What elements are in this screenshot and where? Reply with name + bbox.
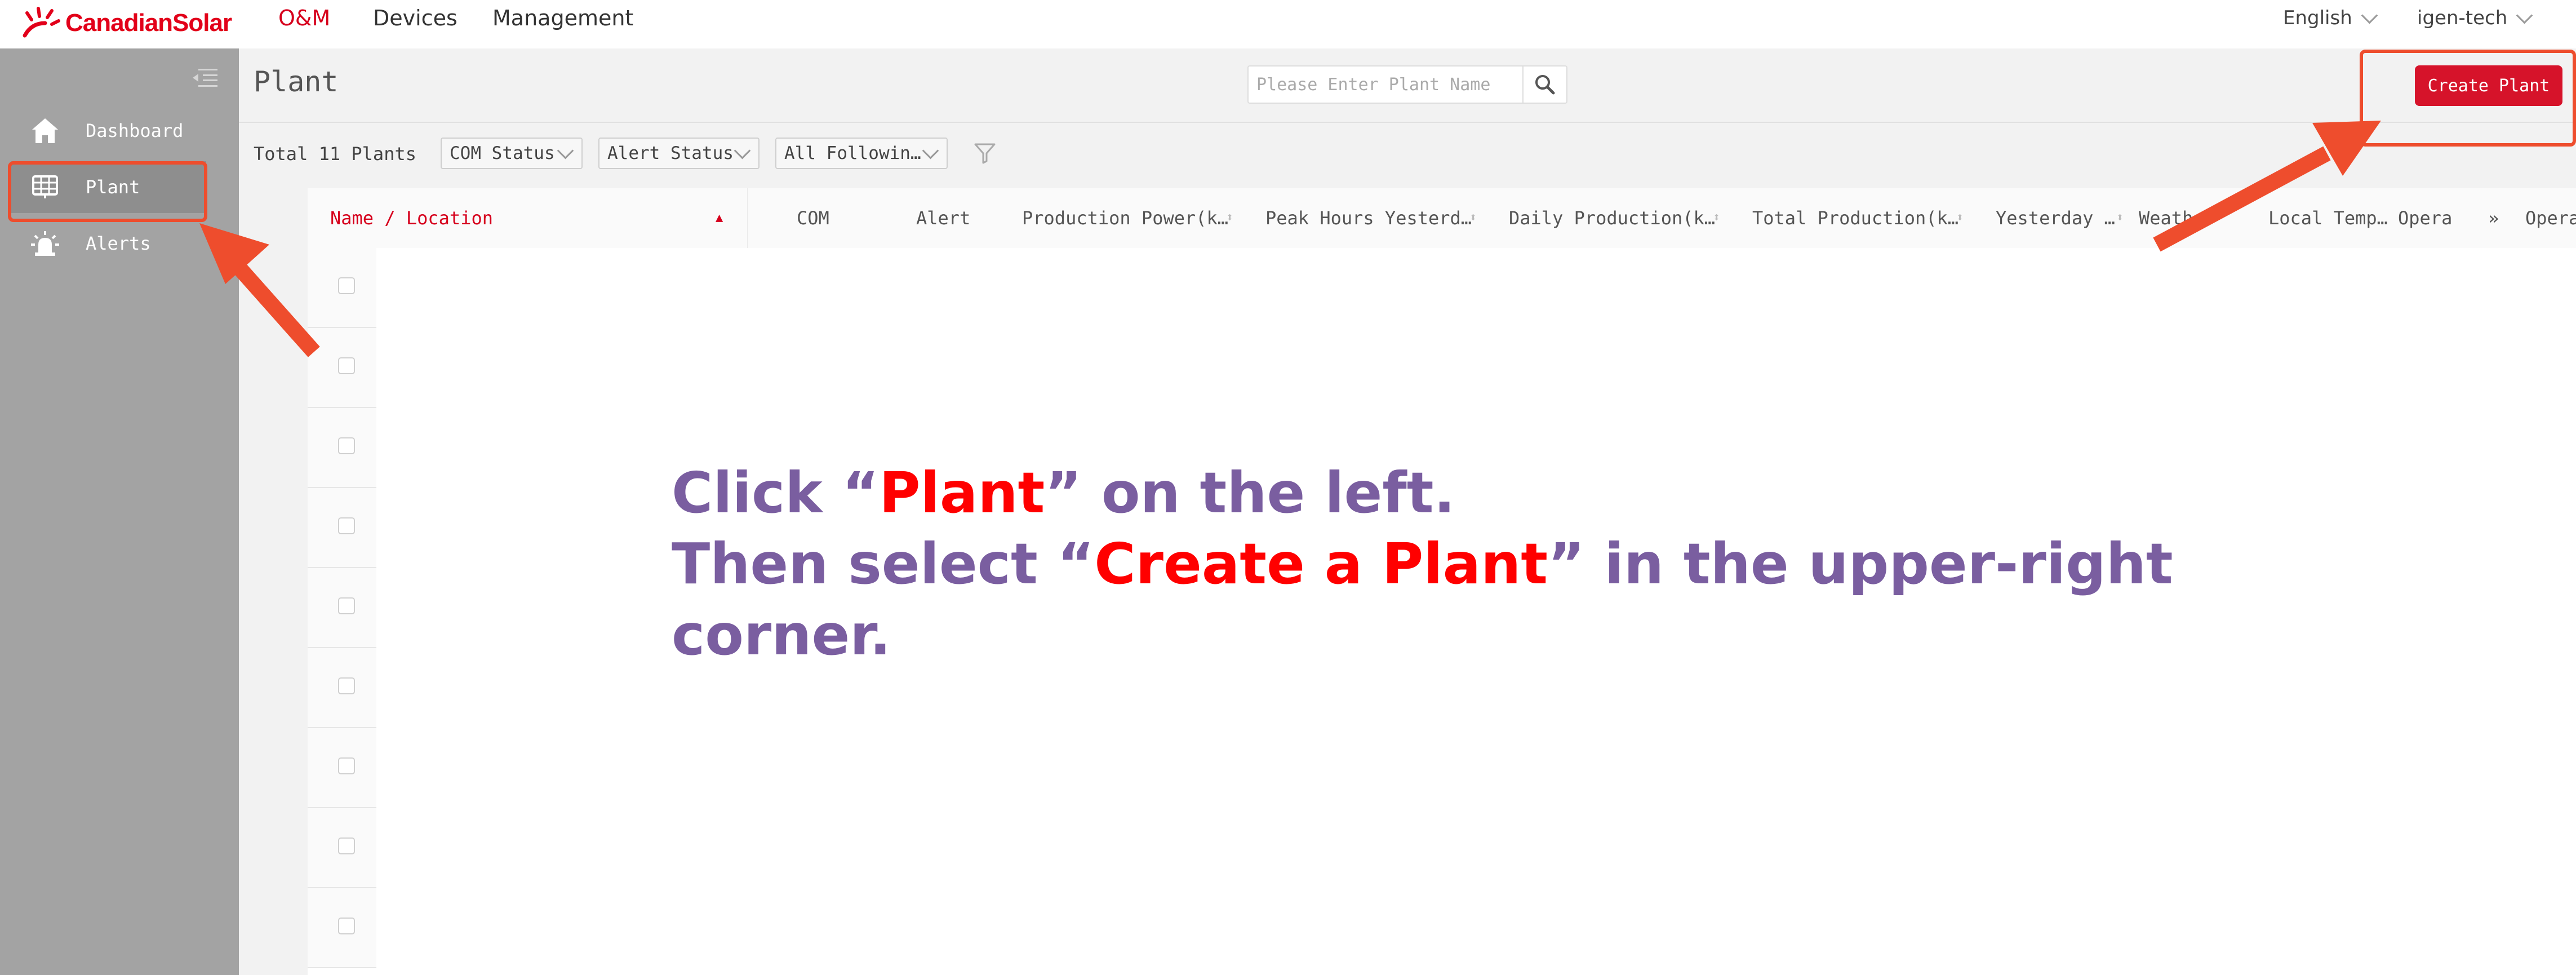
- chevron-down-icon: [2516, 7, 2533, 24]
- sidebar-item-alerts[interactable]: Alerts: [11, 218, 206, 269]
- top-bar: CanadianSolar O&M Devices Management Eng…: [0, 0, 2576, 48]
- filter-label: All Followin…: [784, 143, 921, 163]
- expand-columns-icon[interactable]: »: [2488, 188, 2499, 248]
- total-plants-count: Total 11 Plants: [254, 143, 416, 165]
- table-row: [308, 488, 376, 568]
- home-icon: [28, 114, 62, 148]
- column-name-location[interactable]: Name / Location: [330, 188, 493, 248]
- plant-highlight-box: [8, 161, 207, 222]
- row-checkbox[interactable]: [338, 837, 355, 854]
- row-checkbox[interactable]: [338, 757, 355, 774]
- search-button[interactable]: [1524, 65, 1567, 104]
- sidebar-item-label: Alerts: [86, 233, 151, 254]
- row-checkbox[interactable]: [338, 677, 355, 694]
- plant-table-header: Name / Location ▲ COM Alert Production P…: [308, 188, 2576, 248]
- sidebar-item-label: Dashboard: [86, 120, 184, 141]
- table-row: [308, 328, 376, 408]
- column-daily-production[interactable]: Daily Production(k…: [1509, 188, 1715, 248]
- user-menu[interactable]: igen-tech: [2417, 2, 2533, 34]
- page-title: Plant: [254, 65, 339, 98]
- instruction-line-2: Then select “Create a Plant” in the uppe…: [672, 531, 2173, 597]
- filter-funnel-icon[interactable]: [974, 142, 996, 165]
- language-selector[interactable]: English: [2283, 2, 2378, 34]
- column-alert: Alert: [916, 207, 971, 229]
- column-weather: Weather: [2139, 207, 2215, 229]
- sort-icon[interactable]: ⬍: [1226, 188, 1233, 248]
- chevron-down-icon: [734, 142, 751, 159]
- alarm-light-icon: [28, 227, 62, 260]
- row-checkbox[interactable]: [338, 357, 355, 374]
- header-divider: [239, 122, 2576, 123]
- tutorial-instruction: Click “Plant” on the left. Then select “…: [672, 458, 2173, 671]
- column-local-temp: Local Temp…: [2268, 207, 2388, 229]
- sun-logo-icon: [23, 7, 60, 38]
- sort-icon[interactable]: ⬍: [1956, 188, 1964, 248]
- create-plant-highlight-box: [2360, 50, 2576, 147]
- column-separator: [747, 188, 748, 248]
- plant-search-input[interactable]: [1247, 65, 1524, 104]
- column-com: COM: [797, 207, 829, 229]
- com-status-filter[interactable]: COM Status: [441, 138, 583, 169]
- column-opera-truncated: Opera: [2398, 207, 2453, 229]
- plant-search: [1247, 65, 1567, 104]
- table-row: [308, 888, 376, 968]
- brand-logo[interactable]: CanadianSolar: [20, 3, 232, 43]
- search-icon: [1535, 75, 1555, 95]
- nav-devices[interactable]: Devices: [373, 2, 458, 34]
- nav-management[interactable]: Management: [492, 2, 633, 34]
- collapse-menu-icon[interactable]: [190, 67, 219, 89]
- table-row: [308, 248, 376, 328]
- nav-om[interactable]: O&M: [278, 2, 330, 34]
- column-total-production[interactable]: Total Production(k…: [1752, 188, 1958, 248]
- table-row: [308, 728, 376, 808]
- table-row: [308, 808, 376, 888]
- following-filter[interactable]: All Followin…: [775, 138, 948, 169]
- column-operation: Operation: [2525, 207, 2576, 229]
- sort-icon[interactable]: ⬍: [1713, 188, 1720, 248]
- table-row: [308, 408, 376, 488]
- row-checkbox[interactable]: [338, 517, 355, 534]
- sort-icon[interactable]: ⬍: [2116, 188, 2124, 248]
- row-checkbox[interactable]: [338, 597, 355, 614]
- instruction-line-1: Click “Plant” on the left.: [672, 460, 1455, 526]
- alert-status-filter[interactable]: Alert Status: [598, 138, 760, 169]
- column-production-power[interactable]: Production Power(k…: [1022, 188, 1228, 248]
- chevron-down-icon: [922, 142, 939, 159]
- filter-label: Alert Status: [607, 143, 734, 163]
- chevron-down-icon: [557, 142, 574, 159]
- table-row: [308, 648, 376, 728]
- brand-name: CanadianSolar: [65, 9, 232, 37]
- row-checkbox[interactable]: [338, 918, 355, 934]
- row-checkbox[interactable]: [338, 277, 355, 294]
- table-row: [308, 568, 376, 648]
- sidebar-item-dashboard[interactable]: Dashboard: [11, 105, 206, 157]
- row-checkbox[interactable]: [338, 437, 355, 454]
- sort-icon[interactable]: ⬍: [1469, 188, 1477, 248]
- user-name: igen-tech: [2417, 7, 2508, 29]
- sort-icon[interactable]: ▲: [716, 188, 723, 248]
- language-label: English: [2283, 7, 2352, 29]
- chevron-down-icon: [2361, 7, 2378, 24]
- filter-label: COM Status: [450, 143, 555, 163]
- instruction-line-3: corner.: [672, 602, 891, 668]
- column-peak-hours[interactable]: Peak Hours Yesterd…: [1265, 188, 1472, 248]
- column-yesterday[interactable]: Yesterday …: [1996, 188, 2115, 248]
